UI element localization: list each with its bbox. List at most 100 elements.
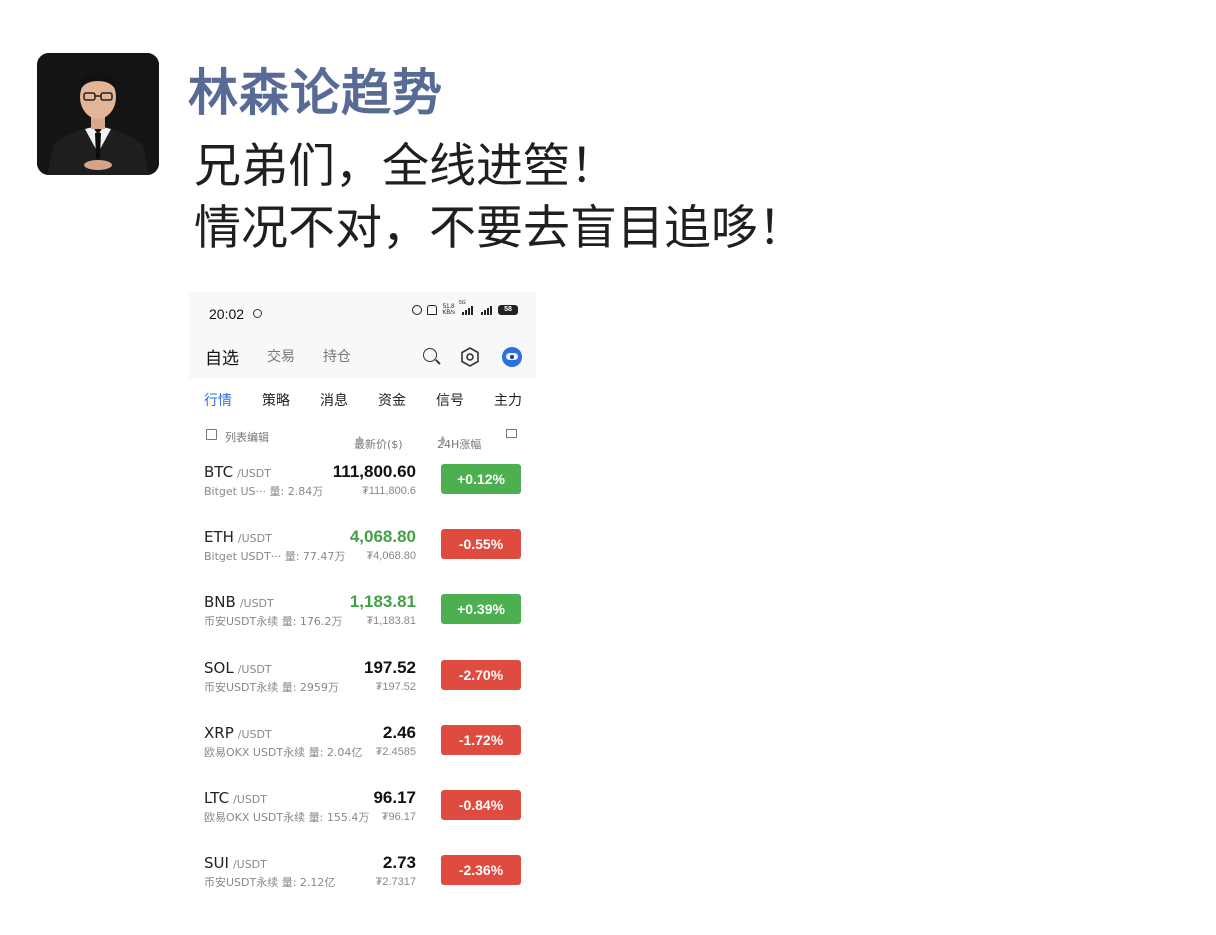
change-badge[interactable]: -0.55% [441,529,521,560]
signal-label: 5G [459,300,466,306]
ticker-symbol: SUI/USDT [204,854,267,872]
symbol-base: ETH [204,528,234,547]
ticker-symbol: ETH/USDT [204,528,272,546]
avatar-portrait [37,53,159,175]
author-avatar[interactable] [37,53,159,175]
edit-icon[interactable] [206,429,217,440]
volume: 量: 176.2万 [281,615,343,629]
share-icon[interactable] [506,429,517,438]
ticker-symbol: LTC/USDT [204,789,267,807]
volume: 量: 155.4万 [308,811,370,824]
app-screenshot[interactable]: 20:02 51.8 KB/s 5G 58 自选 交易 持仓 行情 策略 消息 [189,292,536,912]
last-price: 96.17 [373,788,416,807]
change-badge[interactable]: +0.12% [441,464,521,494]
ticker-row[interactable]: BNB/USDT 币安USDT永续 量: 176.2万 1,183.81 ₮1,183… [189,585,536,650]
settings-hex-icon[interactable] [460,347,480,367]
change-badge[interactable]: -2.70% [441,659,521,690]
location-icon [253,309,262,318]
assistant-robot-icon[interactable] [502,347,522,367]
volume: 量: 77.47万 [284,550,346,564]
top-nav: 自选 交易 持仓 [189,336,536,378]
symbol-base: SUI [204,854,229,873]
exchange-name: 欧易OKX USDT永续 [204,745,306,759]
symbol-base: LTC [204,789,230,807]
symbol-quote: /USDT [237,467,271,480]
tab-trade[interactable]: 交易 [267,346,295,366]
exchange-name: Bitget USDT··· [204,550,282,564]
symbol-quote: /USDT [237,532,272,546]
post-line: 情况不对，不要去盲目追哆！ [194,201,805,256]
ticker-row[interactable]: BTC/USDT Bitget US··· 量: 2.84万 111,800.60 ₮… [189,455,536,520]
exchange-name: Bitget US··· [204,485,266,498]
change-badge[interactable]: -2.36% [441,855,521,886]
ticker-symbol: XRP/USDT [204,724,272,742]
ticker-meta: 欧易OKX USDT永续 量: 2.04亿 [204,744,362,760]
subtab-main-force[interactable]: 主力 [494,390,522,410]
symbol-base: BNB [204,593,236,612]
sort-icon: ▲ ▼ [440,434,446,447]
author-name[interactable]: 林森论趋势 [188,62,443,124]
symbol-quote: /USDT [237,662,272,676]
subtab-news[interactable]: 消息 [320,390,348,410]
converted-price: ₮2.4585 [375,745,416,758]
ticker-row[interactable]: XRP/USDT 欧易OKX USDT永续 量: 2.04亿 2.46 ₮2.4585… [189,716,536,781]
volume: 量: 2.04亿 [308,745,363,759]
symbol-quote: /USDT [232,858,267,872]
last-price: 197.52 [364,657,416,677]
subtab-signals[interactable]: 信号 [436,390,464,410]
volume: 量: 2.12亿 [281,876,336,890]
tab-watchlist[interactable]: 自选 [205,344,239,369]
last-price: 1,183.81 [349,592,416,612]
status-time: 20:02 [209,306,245,322]
last-price: 2.46 [382,722,416,742]
ticker-row[interactable]: LTC/USDT 欧易OKX USDT永续 量: 155.4万 96.17 ₮96.1… [189,781,536,846]
exchange-name: 币安USDT永续 [204,876,279,890]
converted-price: ₮197.52 [375,680,416,693]
tab-positions[interactable]: 持仓 [323,346,351,366]
sort-icon: ▲ ▼ [357,434,363,447]
last-price: 4,068.80 [349,527,416,547]
status-icons: 51.8 KB/s 5G 58 [412,300,518,316]
symbol-quote: /USDT [237,727,272,741]
change-badge[interactable]: +0.39% [441,594,521,625]
ticker-meta: 币安USDT永续 量: 176.2万 [204,613,342,629]
list-header: 列表编辑 最新价($) ▲ ▼ 24H涨幅 ▲ ▼ [189,422,536,451]
converted-price: ₮1,183.81 [366,615,416,628]
last-price: 111,800.60 [332,462,416,481]
ticker-row[interactable]: ETH/USDT Bitget USDT··· 量: 77.47万 4,068.80… [189,520,536,585]
ticker-meta: 币安USDT永续 量: 2959万 [204,679,339,695]
edit-list-button[interactable]: 列表编辑 [225,429,269,445]
subtab-funds[interactable]: 资金 [378,390,406,410]
change-badge[interactable]: -0.84% [441,790,521,820]
ticker-meta: Bitget USDT··· 量: 77.47万 [204,548,345,564]
alarm-icon [412,305,423,315]
net-speed: 51.8 KB/s [442,304,455,316]
symbol-quote: /USDT [239,597,274,611]
ticker-meta: Bitget US··· 量: 2.84万 [204,483,323,499]
post-line: 兄弟们，全线进箜！ [194,139,617,194]
converted-price: ₮4,068.80 [366,550,416,563]
converted-price: ₮111,800.6 [361,485,416,497]
ticker-meta: 欧易OKX USDT永续 量: 155.4万 [204,809,369,825]
search-icon[interactable] [422,347,442,367]
symbol-base: XRP [204,723,234,742]
symbol-base: SOL [204,658,234,677]
ticker-row[interactable]: SOL/USDT 币安USDT永续 量: 2959万 197.52 ₮197.52 -2… [189,651,536,716]
exchange-name: 币安USDT永续 [204,680,279,694]
converted-price: ₮96.17 [381,811,416,823]
volume: 量: 2959万 [281,680,339,694]
subtab-market[interactable]: 行情 [204,390,232,410]
post-text: 兄弟们，全线进箜！ 情况不对，不要去盲目追哆！ [194,136,805,260]
change-badge[interactable]: -1.72% [441,724,521,755]
ticker-row[interactable]: SUI/USDT 币安USDT永续 量: 2.12亿 2.73 ₮2.7317 -2.3… [189,846,536,911]
ticker-symbol: BTC/USDT [204,463,271,481]
exchange-name: 币安USDT永续 [204,615,279,629]
volume: 量: 2.84万 [269,485,324,498]
ticker-symbol: SOL/USDT [204,659,272,677]
symbol-quote: /USDT [233,793,267,806]
sub-tabs: 行情 策略 消息 资金 信号 主力 [189,378,536,418]
subtab-strategy[interactable]: 策略 [262,390,290,410]
signal-icon: 5G [459,300,474,315]
battery-icon: 58 [498,305,518,315]
mute-bell-icon [427,305,438,315]
